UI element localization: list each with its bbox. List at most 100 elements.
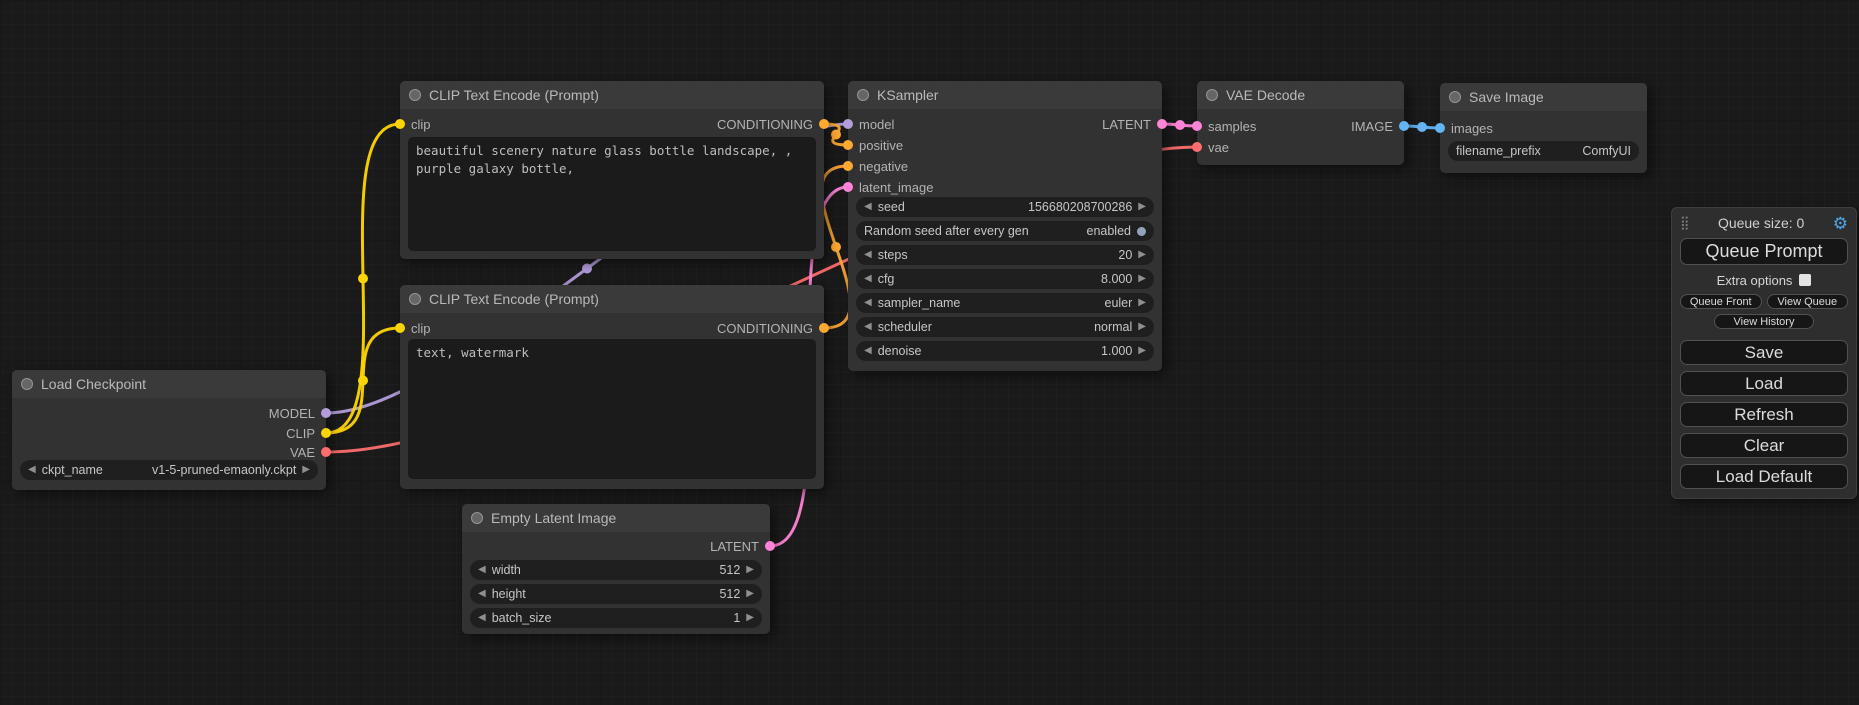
- output-slot-vae[interactable]: VAE: [290, 442, 331, 462]
- view-history-button[interactable]: View History: [1714, 314, 1814, 329]
- prev-arrow-icon[interactable]: ◀: [864, 346, 872, 356]
- prompt-text-input[interactable]: beautiful scenery nature glass bottle la…: [408, 137, 816, 251]
- node-ksampler[interactable]: KSampler model positive negative latent_…: [848, 81, 1162, 371]
- input-slot-samples[interactable]: samples: [1192, 116, 1256, 136]
- input-slot-vae[interactable]: vae: [1192, 137, 1229, 157]
- next-arrow-icon[interactable]: ▶: [1138, 202, 1146, 212]
- widget-steps[interactable]: ◀ steps 20 ▶: [856, 245, 1154, 265]
- slot-dot-vae[interactable]: [1192, 142, 1202, 152]
- node-empty-latent-image[interactable]: Empty Latent Image LATENT ◀ width 512 ▶ …: [462, 504, 770, 634]
- extra-options-checkbox[interactable]: [1799, 274, 1811, 286]
- slot-dot-conditioning[interactable]: [843, 140, 853, 150]
- slot-dot-clip[interactable]: [321, 428, 331, 438]
- collapse-dot-icon[interactable]: [471, 512, 483, 524]
- prev-arrow-icon[interactable]: ◀: [864, 274, 872, 284]
- widget-filename-prefix[interactable]: filename_prefix ComfyUI: [1448, 141, 1639, 161]
- slot-dot-latent[interactable]: [1192, 121, 1202, 131]
- widget-random-seed-toggle[interactable]: Random seed after every gen enabled: [856, 221, 1154, 241]
- slot-dot-conditioning[interactable]: [843, 161, 853, 171]
- node-clip-text-encode-negative[interactable]: CLIP Text Encode (Prompt) clip CONDITION…: [400, 285, 824, 489]
- load-default-button[interactable]: Load Default: [1680, 464, 1848, 489]
- collapse-dot-icon[interactable]: [409, 89, 421, 101]
- widget-seed[interactable]: ◀ seed 156680208700286 ▶: [856, 197, 1154, 217]
- toggle-dot-icon[interactable]: [1137, 227, 1146, 236]
- node-title-bar[interactable]: CLIP Text Encode (Prompt): [400, 81, 824, 109]
- prev-arrow-icon[interactable]: ◀: [864, 322, 872, 332]
- next-arrow-icon[interactable]: ▶: [746, 613, 754, 623]
- view-queue-button[interactable]: View Queue: [1767, 294, 1849, 309]
- node-title-bar[interactable]: Save Image: [1440, 83, 1647, 111]
- load-button[interactable]: Load: [1680, 371, 1848, 396]
- widget-batch-size[interactable]: ◀ batch_size 1 ▶: [470, 608, 762, 628]
- graph-canvas[interactable]: Load Checkpoint MODEL CLIP VAE ◀ ckpt_na…: [0, 0, 1859, 705]
- node-title-bar[interactable]: Load Checkpoint: [12, 370, 326, 398]
- input-slot-model[interactable]: model: [843, 114, 894, 134]
- output-slot-clip[interactable]: CLIP: [286, 423, 331, 443]
- node-title-bar[interactable]: KSampler: [848, 81, 1162, 109]
- collapse-dot-icon[interactable]: [409, 293, 421, 305]
- refresh-button[interactable]: Refresh: [1680, 402, 1848, 427]
- widget-scheduler[interactable]: ◀ scheduler normal ▶: [856, 317, 1154, 337]
- slot-dot-clip[interactable]: [395, 119, 405, 129]
- widget-denoise[interactable]: ◀ denoise 1.000 ▶: [856, 341, 1154, 361]
- prev-arrow-icon[interactable]: ◀: [28, 465, 36, 475]
- next-arrow-icon[interactable]: ▶: [1138, 346, 1146, 356]
- node-vae-decode[interactable]: VAE Decode samples vae IMAGE: [1197, 81, 1404, 165]
- prev-arrow-icon[interactable]: ◀: [864, 202, 872, 212]
- next-arrow-icon[interactable]: ▶: [1138, 274, 1146, 284]
- prev-arrow-icon[interactable]: ◀: [478, 565, 486, 575]
- output-slot-image[interactable]: IMAGE: [1351, 116, 1409, 136]
- next-arrow-icon[interactable]: ▶: [302, 465, 310, 475]
- collapse-dot-icon[interactable]: [21, 378, 33, 390]
- prev-arrow-icon[interactable]: ◀: [478, 613, 486, 623]
- slot-dot-image[interactable]: [1399, 121, 1409, 131]
- next-arrow-icon[interactable]: ▶: [1138, 322, 1146, 332]
- input-slot-images[interactable]: images: [1435, 118, 1493, 138]
- widget-width[interactable]: ◀ width 512 ▶: [470, 560, 762, 580]
- widget-ckpt-name[interactable]: ◀ ckpt_name v1-5-pruned-emaonly.ckpt ▶: [20, 460, 318, 480]
- input-slot-clip[interactable]: clip: [395, 114, 431, 134]
- slot-dot-image[interactable]: [1435, 123, 1445, 133]
- node-title-bar[interactable]: CLIP Text Encode (Prompt): [400, 285, 824, 313]
- slot-dot-conditioning[interactable]: [819, 323, 829, 333]
- slot-dot-model[interactable]: [321, 408, 331, 418]
- slot-dot-latent[interactable]: [765, 541, 775, 551]
- slot-dot-latent[interactable]: [1157, 119, 1167, 129]
- next-arrow-icon[interactable]: ▶: [746, 565, 754, 575]
- output-slot-model[interactable]: MODEL: [269, 403, 331, 423]
- node-load-checkpoint[interactable]: Load Checkpoint MODEL CLIP VAE ◀ ckpt_na…: [12, 370, 326, 490]
- slot-dot-vae[interactable]: [321, 447, 331, 457]
- slot-dot-clip[interactable]: [395, 323, 405, 333]
- slot-dot-model[interactable]: [843, 119, 853, 129]
- clear-button[interactable]: Clear: [1680, 433, 1848, 458]
- collapse-dot-icon[interactable]: [1206, 89, 1218, 101]
- settings-gear-icon[interactable]: ⚙: [1833, 215, 1848, 232]
- queue-front-button[interactable]: Queue Front: [1680, 294, 1762, 309]
- collapse-dot-icon[interactable]: [1449, 91, 1461, 103]
- output-slot-conditioning[interactable]: CONDITIONING: [717, 318, 829, 338]
- slot-dot-latent[interactable]: [843, 182, 853, 192]
- widget-height[interactable]: ◀ height 512 ▶: [470, 584, 762, 604]
- output-slot-latent[interactable]: LATENT: [1102, 114, 1167, 134]
- slot-dot-conditioning[interactable]: [819, 119, 829, 129]
- queue-prompt-button[interactable]: Queue Prompt: [1680, 238, 1848, 265]
- output-slot-latent[interactable]: LATENT: [710, 536, 775, 556]
- node-save-image[interactable]: Save Image images filename_prefix ComfyU…: [1440, 83, 1647, 173]
- input-slot-clip[interactable]: clip: [395, 318, 431, 338]
- save-button[interactable]: Save: [1680, 340, 1848, 365]
- prompt-text-input[interactable]: text, watermark: [408, 339, 816, 479]
- widget-cfg[interactable]: ◀ cfg 8.000 ▶: [856, 269, 1154, 289]
- next-arrow-icon[interactable]: ▶: [746, 589, 754, 599]
- next-arrow-icon[interactable]: ▶: [1138, 250, 1146, 260]
- input-slot-negative[interactable]: negative: [843, 156, 908, 176]
- widget-sampler-name[interactable]: ◀ sampler_name euler ▶: [856, 293, 1154, 313]
- input-slot-positive[interactable]: positive: [843, 135, 903, 155]
- prev-arrow-icon[interactable]: ◀: [478, 589, 486, 599]
- input-slot-latent-image[interactable]: latent_image: [843, 177, 933, 197]
- output-slot-conditioning[interactable]: CONDITIONING: [717, 114, 829, 134]
- next-arrow-icon[interactable]: ▶: [1138, 298, 1146, 308]
- node-clip-text-encode-positive[interactable]: CLIP Text Encode (Prompt) clip CONDITION…: [400, 81, 824, 259]
- collapse-dot-icon[interactable]: [857, 89, 869, 101]
- node-title-bar[interactable]: VAE Decode: [1197, 81, 1404, 109]
- prev-arrow-icon[interactable]: ◀: [864, 250, 872, 260]
